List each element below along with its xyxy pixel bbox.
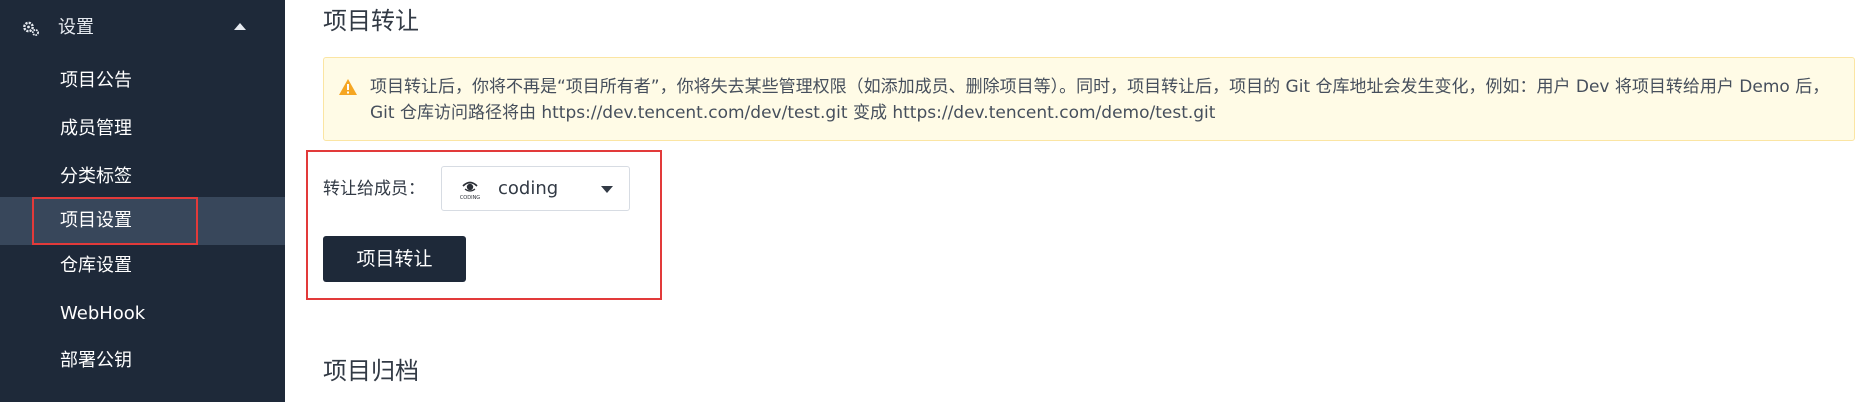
sidebar-item-label: 分类标签 — [60, 166, 132, 187]
sidebar-item-deploy-keys[interactable]: 部署公钥 — [0, 337, 285, 385]
highlight-box — [32, 197, 198, 245]
sidebar-item-label: 仓库设置 — [60, 255, 132, 276]
gears-icon — [23, 21, 39, 36]
caret-up-icon[interactable] — [234, 23, 246, 30]
sidebar-item-label: 项目公告 — [60, 70, 132, 91]
settings-menu-header[interactable]: 设置 — [0, 0, 285, 57]
sidebar-item-labels[interactable]: 分类标签 — [0, 153, 285, 201]
sidebar-item-announcements[interactable]: 项目公告 — [0, 57, 285, 105]
alert-text: 项目转让后，你将不再是“项目所有者”，你将失去某些管理权限（如添加成员、删除项目… — [370, 77, 1830, 123]
section-title-archive: 项目归档 — [323, 357, 419, 385]
sidebar: 设置 项目公告 成员管理 分类标签 项目设置 仓库设置 WebHook 部署公钥 — [0, 0, 285, 402]
sidebar-item-repository-settings[interactable]: 仓库设置 — [0, 242, 285, 290]
section-title-transfer: 项目转让 — [323, 7, 419, 35]
warning-alert: 项目转让后，你将不再是“项目所有者”，你将失去某些管理权限（如添加成员、删除项目… — [323, 57, 1855, 141]
sidebar-item-webhook[interactable]: WebHook — [0, 290, 285, 338]
sidebar-title: 设置 — [58, 17, 94, 38]
sidebar-item-members[interactable]: 成员管理 — [0, 105, 285, 153]
sidebar-item-label: 成员管理 — [60, 118, 132, 139]
highlight-box — [306, 150, 662, 300]
sidebar-item-label: 部署公钥 — [60, 350, 132, 371]
warning-triangle-icon — [339, 79, 357, 95]
sidebar-item-label: WebHook — [60, 303, 146, 324]
